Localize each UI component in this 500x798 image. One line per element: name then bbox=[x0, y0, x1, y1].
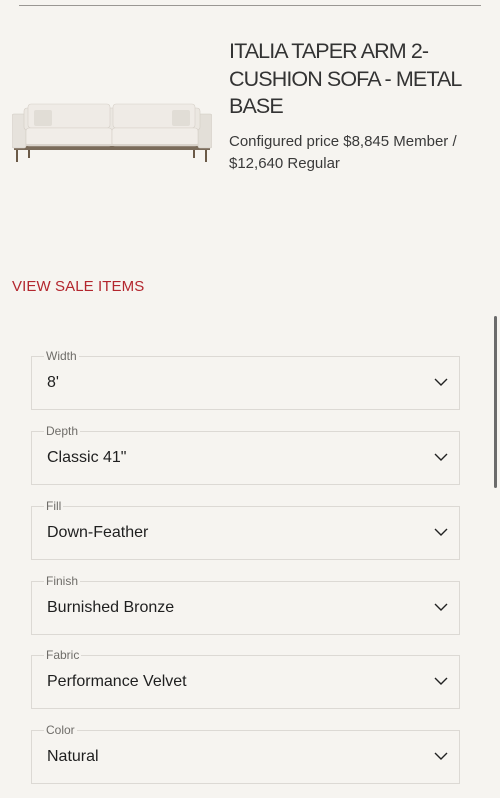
fabric-select[interactable]: Performance Velvet bbox=[31, 655, 460, 709]
fill-label: Fill bbox=[44, 499, 64, 513]
width-value: 8' bbox=[47, 374, 59, 391]
fill-value: Down-Feather bbox=[47, 524, 149, 541]
scrollbar[interactable] bbox=[494, 316, 497, 488]
view-sale-items-link[interactable]: VIEW SALE ITEMS bbox=[12, 278, 144, 295]
fill-select[interactable]: Down-Feather bbox=[31, 506, 460, 560]
finish-label: Finish bbox=[44, 574, 81, 588]
chevron-down-icon bbox=[434, 453, 448, 461]
fabric-value: Performance Velvet bbox=[47, 673, 187, 690]
depth-value: Classic 41" bbox=[47, 449, 127, 466]
chevron-down-icon bbox=[434, 752, 448, 760]
color-select[interactable]: Natural bbox=[31, 730, 460, 784]
color-label: Color bbox=[44, 723, 77, 737]
chevron-down-icon bbox=[434, 603, 448, 611]
chevron-down-icon bbox=[434, 528, 448, 536]
depth-select[interactable]: Classic 41" bbox=[31, 431, 460, 485]
width-select[interactable]: 8' bbox=[31, 356, 460, 410]
depth-label: Depth bbox=[44, 424, 81, 438]
width-label: Width bbox=[44, 349, 79, 363]
configured-price: Configured price $8,845 Member / $12,640… bbox=[229, 133, 457, 172]
fabric-label: Fabric bbox=[44, 648, 82, 662]
color-value: Natural bbox=[47, 748, 99, 765]
top-divider bbox=[19, 5, 481, 6]
finish-select[interactable]: Burnished Bronze bbox=[31, 581, 460, 635]
sofa-image bbox=[12, 103, 212, 162]
product-title: ITALIA TAPER ARM 2-CUSHION SOFA - METAL … bbox=[229, 39, 462, 118]
finish-value: Burnished Bronze bbox=[47, 599, 175, 616]
chevron-down-icon bbox=[434, 677, 448, 685]
chevron-down-icon bbox=[434, 378, 448, 386]
